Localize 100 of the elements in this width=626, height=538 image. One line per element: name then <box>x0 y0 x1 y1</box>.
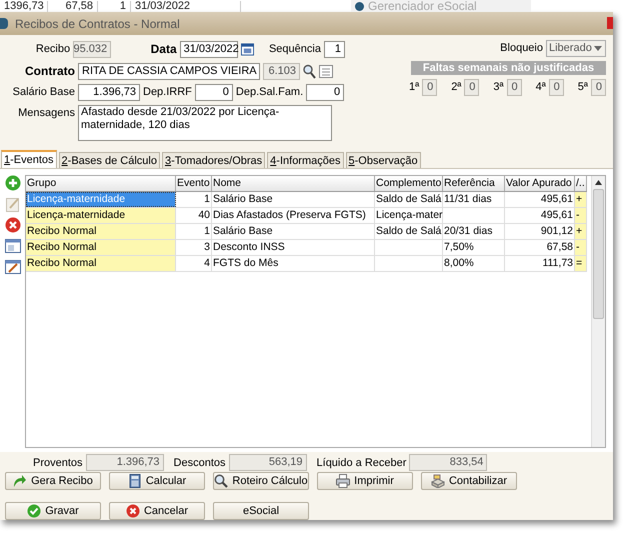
table-cell: + <box>575 192 587 207</box>
action-button[interactable]: Contabilizar <box>421 472 517 490</box>
column-header[interactable]: Nome <box>212 176 375 191</box>
printer-icon <box>336 474 350 488</box>
data-label: Data <box>150 41 177 58</box>
scroll-up-icon[interactable] <box>595 180 602 185</box>
table-cell: Recibo Normal <box>26 256 176 271</box>
column-header[interactable]: Referência <box>443 176 505 191</box>
total-field[interactable]: 833,54 <box>409 454 488 471</box>
table-cell: Licença-maternidade <box>26 192 176 207</box>
table-cell: Salário Base <box>212 224 375 239</box>
dep-salfam-field[interactable]: 0 <box>306 84 344 101</box>
contrato-label: Contrato <box>24 63 75 80</box>
table-row[interactable]: Recibo Normal 4 FGTS do Mês 8,00% 111,73 = <box>26 256 587 272</box>
table-cell: - <box>575 208 587 223</box>
total-field[interactable]: 1.396,73 <box>86 454 164 471</box>
table-cell: 40 <box>176 208 212 223</box>
dep-irrf-field[interactable]: 0 <box>194 84 233 101</box>
table-row[interactable]: Licença-maternidade 1 Salário Base Saldo de Salá 11/31 dias 495,61 + <box>26 192 587 208</box>
cancel-icon <box>126 504 140 518</box>
column-header[interactable]: /.. <box>575 176 587 191</box>
total-label: Líquido a Receber <box>316 456 406 470</box>
week-label: 1ª <box>408 80 420 96</box>
tab[interactable]: 5-Observação <box>346 152 421 168</box>
calendar-icon[interactable] <box>240 42 254 56</box>
total-label: Proventos <box>33 456 83 470</box>
contrato-field[interactable]: RITA DE CASSIA CAMPOS VIEIRA <box>78 62 260 80</box>
column-header[interactable]: Evento <box>176 176 212 191</box>
table-cell: 11/31 dias <box>443 192 505 207</box>
window-icon[interactable] <box>5 238 21 254</box>
total-label: Descontos <box>174 456 226 470</box>
table-row[interactable]: Recibo Normal 3 Desconto INSS 7,50% 67,58 - <box>26 240 587 256</box>
edit-window-icon[interactable] <box>5 259 21 275</box>
table-cell: Recibo Normal <box>26 240 176 255</box>
table-cell: 20/31 dias <box>443 224 505 239</box>
week-label: 2ª <box>451 80 462 96</box>
table-cell: Saldo de Salá <box>375 192 443 207</box>
delete-icon[interactable] <box>5 217 21 233</box>
table-cell: Saldo de Salá <box>375 224 443 239</box>
week-field[interactable]: 0 <box>591 79 606 96</box>
table-cell: Salário Base <box>212 192 375 207</box>
action-button[interactable]: eSocial <box>213 502 309 520</box>
table-cell: = <box>575 256 587 271</box>
action-button[interactable]: Calcular <box>109 472 205 490</box>
cash-register-icon <box>430 474 445 488</box>
tab[interactable]: 2-Bases de Cálculo <box>58 152 160 168</box>
dep-irrf-label: Dep.IRRF <box>143 85 192 100</box>
arrow-icon <box>13 474 28 488</box>
column-header[interactable]: Complemento <box>375 176 443 191</box>
table-cell: 7,50% <box>443 240 505 255</box>
salario-label: Salário Base <box>12 85 75 100</box>
tab[interactable]: 4-Informações <box>267 152 344 168</box>
total-field[interactable]: 563,19 <box>228 454 307 471</box>
check-icon <box>27 504 42 518</box>
mensagens-label: Mensagens <box>17 106 75 121</box>
column-header[interactable]: Valor Apurado <box>505 176 575 191</box>
action-button[interactable]: Gravar <box>5 502 101 520</box>
tab[interactable]: 1-Eventos <box>1 150 57 168</box>
search-icon <box>214 474 228 488</box>
recibo-field[interactable]: 95.032 <box>73 40 112 58</box>
action-button[interactable]: Roteiro Cálculo <box>213 472 309 490</box>
dep-salfam-label: Dep.Sal.Fam. <box>236 85 304 100</box>
faltas-header: Faltas semanais não justificadas <box>411 61 606 75</box>
add-icon[interactable] <box>5 175 21 191</box>
week-label: 5ª <box>578 80 588 96</box>
tab[interactable]: 3-Tomadores/Obras <box>162 152 266 168</box>
app-icon <box>355 2 364 10</box>
calculator-icon <box>128 474 142 488</box>
column-header[interactable]: Grupo <box>26 176 176 191</box>
action-button[interactable]: Cancelar <box>109 502 205 520</box>
search-icon[interactable] <box>303 64 316 78</box>
caret-icon <box>594 46 602 51</box>
table-cell: Dias Afastados (Preserva FGTS) <box>212 208 375 223</box>
table-cell: Desconto INSS <box>212 240 375 255</box>
table-row[interactable]: Recibo Normal 1 Salário Base Saldo de Salá 20/31 dias 901,12 + <box>26 224 587 240</box>
sequencia-field[interactable]: 1 <box>324 40 345 58</box>
table-cell: 1 <box>176 224 212 239</box>
week-field[interactable]: 0 <box>422 79 438 96</box>
sequencia-label: Sequência <box>268 42 321 57</box>
week-field[interactable]: 0 <box>506 79 522 96</box>
salario-field[interactable]: 1.396,73 <box>78 84 140 101</box>
contrato-code-field[interactable]: 6.103 <box>263 62 300 80</box>
table-cell: 3 <box>176 240 212 255</box>
table-cell: FGTS do Mês <box>212 256 375 271</box>
scrollbar[interactable] <box>591 176 605 447</box>
mensagens-field[interactable]: Afastado desde 21/03/2022 por Licença-maternidade, 120 dias <box>78 105 332 141</box>
table-row[interactable]: Licença-maternidade 40 Dias Afastados (Preserva FGTS) Licença-mater 495,61 - <box>26 208 587 224</box>
table-cell: Licença-mater <box>375 208 443 223</box>
bloqueio-dropdown[interactable]: Liberado <box>546 40 606 57</box>
action-button[interactable]: Imprimir <box>317 472 413 490</box>
app-label: Gerenciador eSocial <box>368 0 477 12</box>
week-field[interactable]: 0 <box>548 79 564 96</box>
week-field[interactable]: 0 <box>464 79 480 96</box>
date-field[interactable]: 31/03/2022 <box>180 40 238 58</box>
table-cell: + <box>575 224 587 239</box>
table-cell: 8,00% <box>443 256 505 271</box>
table-cell: 4 <box>176 256 212 271</box>
week-label: 4ª <box>536 80 546 96</box>
table-cell: Recibo Normal <box>26 224 176 239</box>
action-button[interactable]: Gera Recibo <box>5 472 101 490</box>
